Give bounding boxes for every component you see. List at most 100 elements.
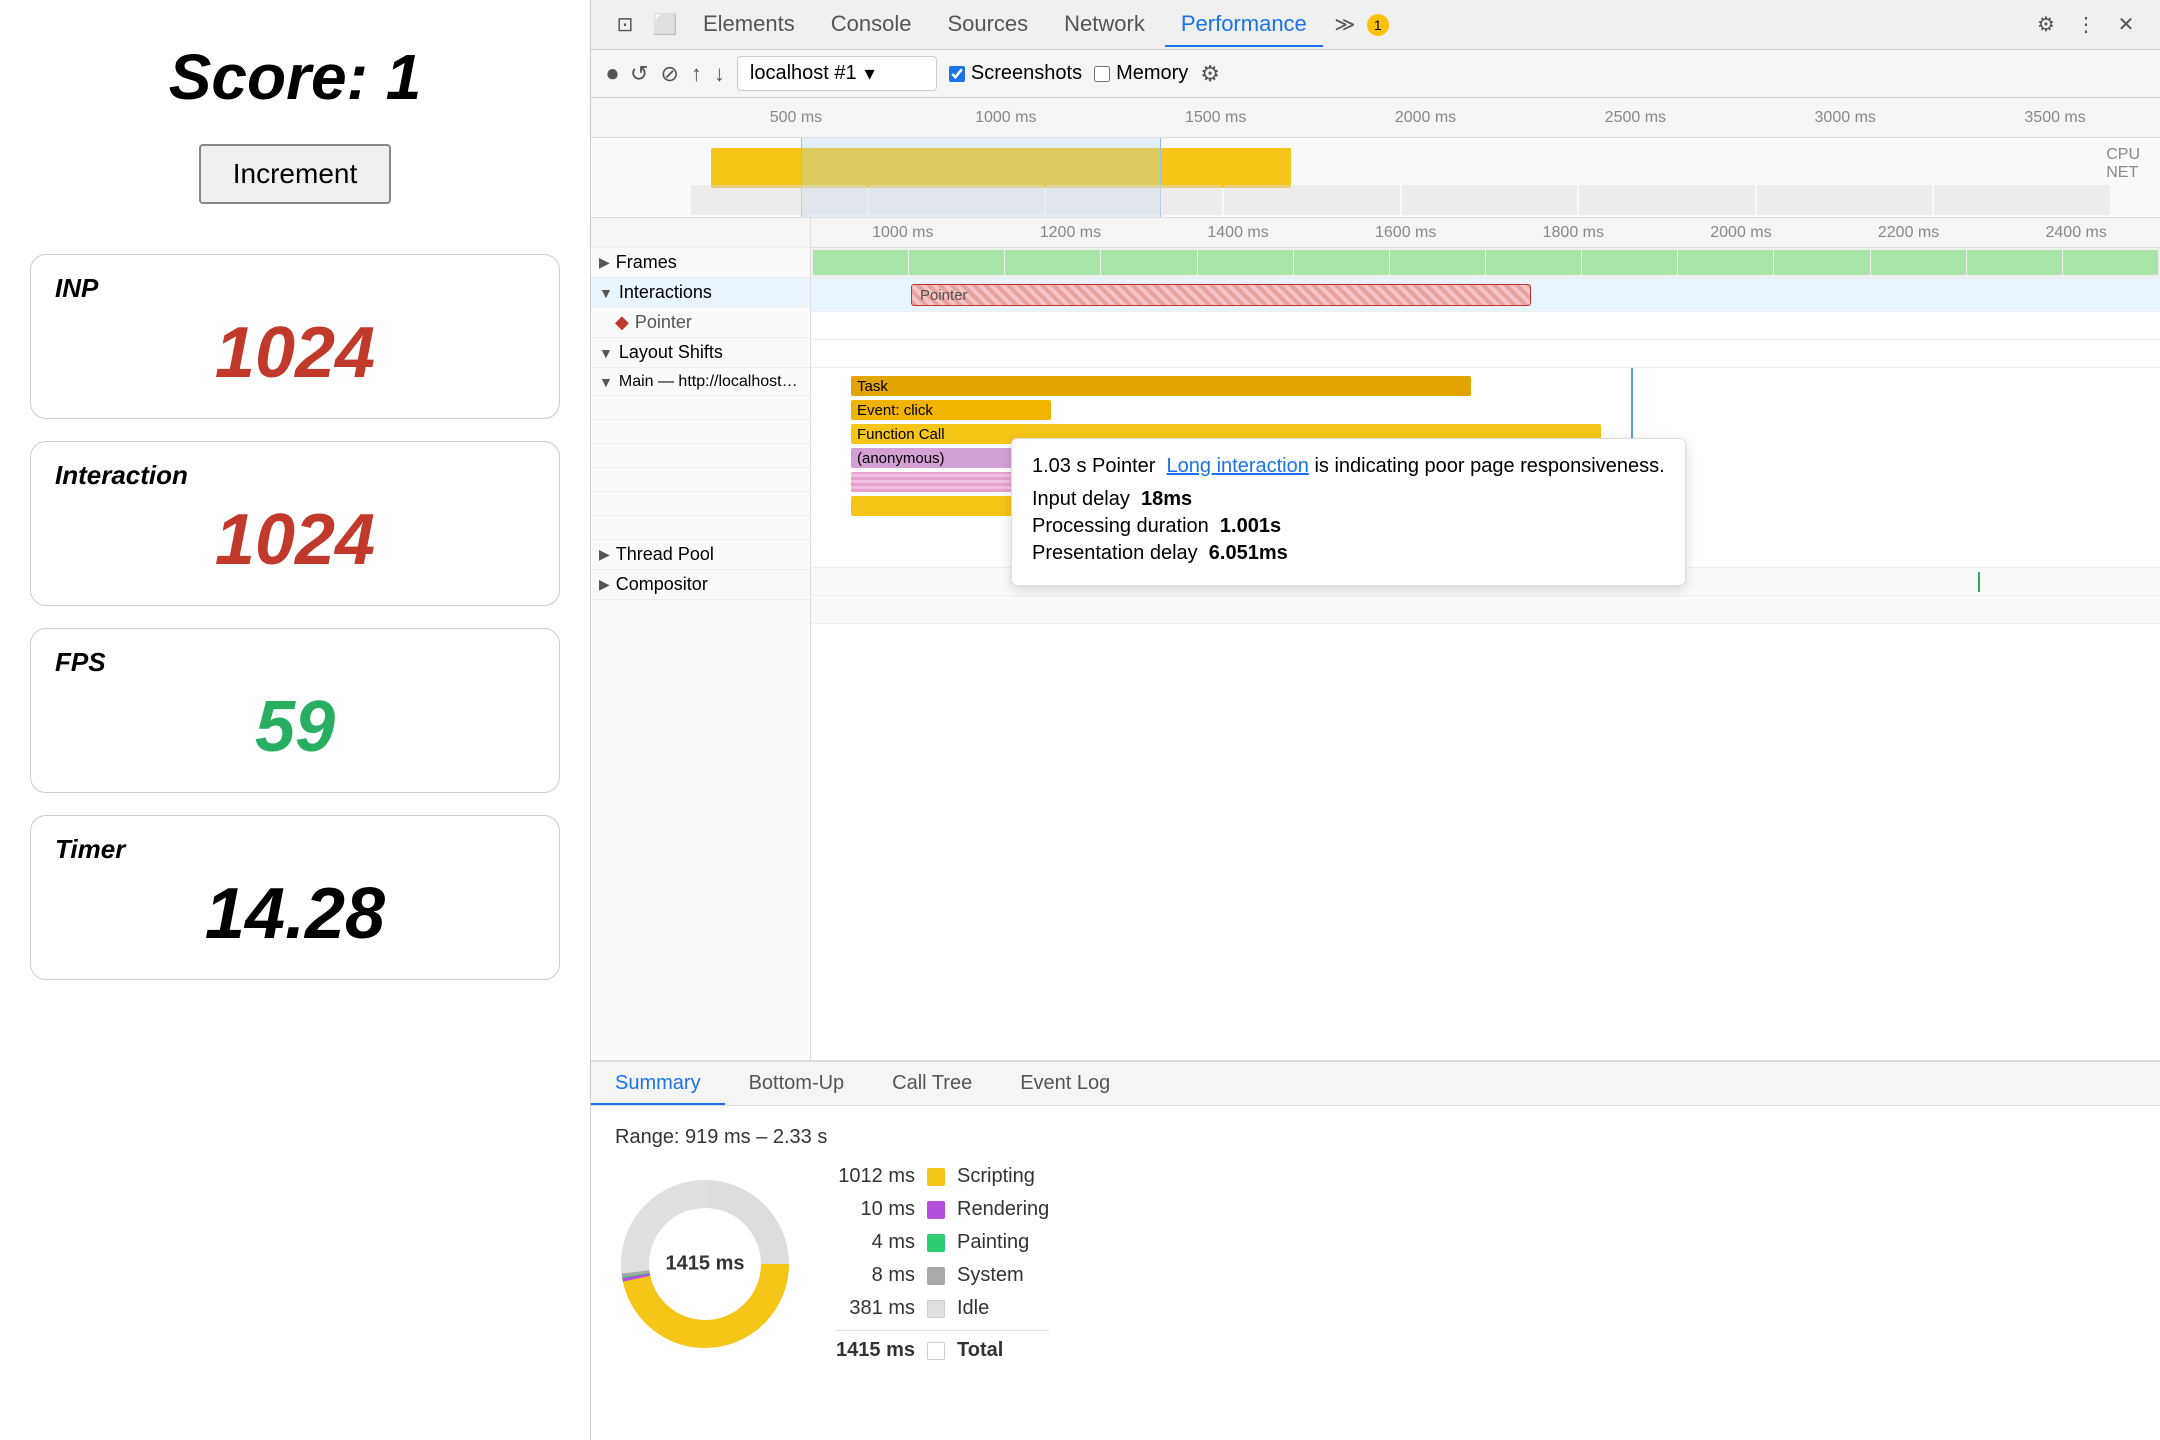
thread-pool-label-row[interactable]: ▶ Thread Pool bbox=[591, 540, 810, 570]
clear-button[interactable]: ⊘ bbox=[660, 61, 678, 87]
idle-ms: 381 ms bbox=[835, 1297, 915, 1320]
main-thread-label-row[interactable]: ▼ Main — http://localhost:517... bbox=[591, 368, 810, 396]
screenshots-label: Screenshots bbox=[971, 62, 1082, 85]
settings-icon[interactable]: ⚙ bbox=[2028, 7, 2064, 43]
ls-expand-icon[interactable]: ▼ bbox=[599, 345, 613, 361]
comp-expand-icon[interactable]: ▶ bbox=[599, 576, 610, 593]
tooltip-suffix: is indicating poor page responsiveness. bbox=[1314, 455, 1664, 477]
tooltip-link[interactable]: Long interaction bbox=[1167, 455, 1309, 477]
devtools-dock-icon[interactable]: ⊡ bbox=[607, 7, 643, 43]
interaction-value: 1024 bbox=[55, 499, 535, 581]
layout-shifts-label: Layout Shifts bbox=[619, 342, 723, 363]
tab-network[interactable]: Network bbox=[1048, 3, 1161, 47]
tooltip-header: 1.03 s Pointer Long interaction is indic… bbox=[1032, 455, 1665, 478]
more-options-icon[interactable]: ⋮ bbox=[2068, 7, 2104, 43]
devtools-undock-icon[interactable]: ⬜ bbox=[647, 7, 683, 43]
task-row-spacer bbox=[591, 396, 810, 420]
legend-painting: 4 ms Painting bbox=[835, 1231, 1049, 1254]
presentation-value: 6.051ms bbox=[1209, 542, 1288, 564]
url-dropdown-icon[interactable]: ▾ bbox=[865, 61, 875, 86]
reload-button[interactable]: ↺ bbox=[630, 61, 648, 87]
compositor-label-row[interactable]: ▶ Compositor bbox=[591, 570, 810, 600]
sum-tab-bottomup[interactable]: Bottom-Up bbox=[725, 1062, 869, 1105]
summary-full: Range: 919 ms – 2.33 s bbox=[615, 1126, 2136, 1362]
tab-sources[interactable]: Sources bbox=[931, 3, 1044, 47]
range-text: Range: 919 ms – 2.33 s bbox=[615, 1126, 2136, 1149]
legend-rendering: 10 ms Rendering bbox=[835, 1198, 1049, 1221]
tp-expand-icon[interactable]: ▶ bbox=[599, 546, 610, 563]
pointer-label-row: ◆ Pointer bbox=[591, 308, 810, 338]
fps-card: FPS 59 bbox=[30, 628, 560, 793]
layout-shifts-row[interactable] bbox=[811, 340, 2160, 368]
interactions-label-row[interactable]: ▼ Interactions bbox=[591, 278, 810, 308]
compositor-row bbox=[811, 596, 2160, 624]
frame-block bbox=[909, 250, 1004, 275]
rendering-ms: 10 ms bbox=[835, 1198, 915, 1221]
tab-elements[interactable]: Elements bbox=[687, 3, 811, 47]
score-display: Score: 1 bbox=[169, 40, 422, 114]
task-bar[interactable]: Task bbox=[851, 376, 1471, 396]
presentation-label: Presentation delay bbox=[1032, 542, 1198, 564]
url-selector[interactable]: localhost #1 ▾ bbox=[737, 56, 937, 91]
fc-mark-1000: 1000 ms bbox=[819, 224, 987, 242]
legend-system: 8 ms System bbox=[835, 1264, 1049, 1287]
system-label: System bbox=[957, 1264, 1024, 1287]
frame-block bbox=[1198, 250, 1293, 275]
frame-block bbox=[813, 250, 908, 275]
close-icon[interactable]: ✕ bbox=[2108, 7, 2144, 43]
devtools-tabbar: ⊡ ⬜ Elements Console Sources Network Per… bbox=[591, 0, 2160, 50]
tooltip-time: 1.03 s bbox=[1032, 455, 1086, 477]
sum-tab-eventlog[interactable]: Event Log bbox=[996, 1062, 1134, 1105]
input-delay-label: Input delay bbox=[1032, 488, 1130, 510]
frame-block bbox=[2063, 250, 2158, 275]
memory-checkbox[interactable] bbox=[1094, 66, 1110, 82]
pink-row-spacer bbox=[591, 492, 810, 516]
sum-tab-summary[interactable]: Summary bbox=[591, 1062, 725, 1105]
main-expand-icon[interactable]: ▼ bbox=[599, 374, 613, 390]
frames-expand-icon[interactable]: ▶ bbox=[599, 254, 610, 271]
fc-mark-2400: 2400 ms bbox=[1992, 224, 2160, 242]
idle-label: Idle bbox=[957, 1297, 989, 1320]
event-click-bar[interactable]: Event: click bbox=[851, 400, 1051, 420]
inp-label: INP bbox=[55, 273, 535, 304]
capture-settings-icon[interactable]: ⚙ bbox=[1200, 61, 1220, 87]
processing-label: Processing duration bbox=[1032, 515, 1209, 537]
frames-row[interactable] bbox=[811, 248, 2160, 278]
anon-row-spacer bbox=[591, 468, 810, 492]
interactions-expand-icon[interactable]: ▼ bbox=[599, 285, 613, 301]
screenshots-checkbox[interactable] bbox=[949, 66, 965, 82]
flamechart-content: 1000 ms 1200 ms 1400 ms 1600 ms 1800 ms … bbox=[811, 218, 2160, 1060]
summary-content: Range: 919 ms – 2.33 s bbox=[591, 1106, 2160, 1440]
rendering-label: Rendering bbox=[957, 1198, 1049, 1221]
sum-tab-calltree[interactable]: Call Tree bbox=[868, 1062, 996, 1105]
memory-checkbox-label[interactable]: Memory bbox=[1094, 62, 1188, 85]
system-color bbox=[927, 1267, 945, 1285]
layout-shifts-label-row[interactable]: ▼ Layout Shifts bbox=[591, 338, 810, 368]
summary-tabbar: Summary Bottom-Up Call Tree Event Log bbox=[591, 1062, 2160, 1106]
tab-console[interactable]: Console bbox=[815, 3, 928, 47]
upload-button[interactable]: ↑ bbox=[691, 61, 702, 87]
screenshots-checkbox-label[interactable]: Screenshots bbox=[949, 62, 1082, 85]
increment-button[interactable]: Increment bbox=[199, 144, 392, 204]
record-button[interactable]: ⏺ bbox=[607, 61, 618, 87]
ruler-mark-2500: 2500 ms bbox=[1530, 109, 1740, 127]
tab-performance[interactable]: Performance bbox=[1165, 3, 1323, 47]
pointer-sub-row bbox=[811, 312, 2160, 340]
frames-content bbox=[811, 248, 2160, 277]
yellow-row-spacer bbox=[591, 516, 810, 540]
cpu-label: CPU bbox=[2106, 146, 2140, 164]
overview-area[interactable]: CPU NET bbox=[591, 138, 2160, 218]
inp-card: INP 1024 bbox=[30, 254, 560, 419]
interactions-label: Interactions bbox=[619, 282, 712, 303]
fc-mark-2000: 2000 ms bbox=[1657, 224, 1825, 242]
pointer-interaction-bar[interactable]: Pointer bbox=[911, 284, 1531, 306]
fc-mark-1400: 1400 ms bbox=[1154, 224, 1322, 242]
main-ruler: 1000 ms 1200 ms 1400 ms 1600 ms 1800 ms … bbox=[811, 218, 2160, 248]
download-button[interactable]: ↓ bbox=[714, 61, 725, 87]
interactions-row[interactable]: Pointer bbox=[811, 278, 2160, 312]
fps-value: 59 bbox=[55, 686, 535, 768]
frames-label-row[interactable]: ▶ Frames bbox=[591, 248, 810, 278]
fc-mark-1600: 1600 ms bbox=[1322, 224, 1490, 242]
processing-value: 1.001s bbox=[1220, 515, 1281, 537]
more-tabs-button[interactable]: ≫ bbox=[1327, 7, 1363, 43]
